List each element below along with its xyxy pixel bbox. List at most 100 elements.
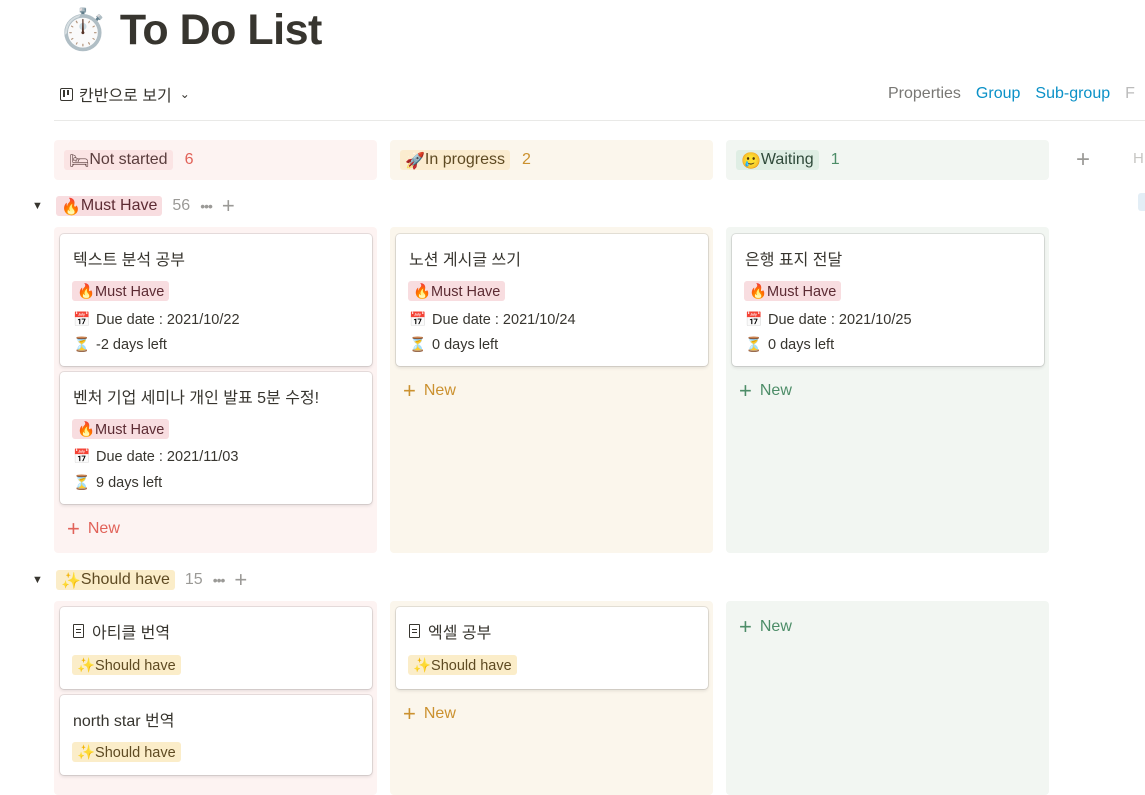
hourglass-icon: ⏳	[73, 475, 91, 491]
status-tag-in-progress: 🚀 In progress	[400, 150, 510, 170]
priority-tag: ✨Should have	[408, 655, 517, 675]
page-title: ⏱️ To Do List	[58, 2, 322, 58]
calendar-icon: 📅	[409, 312, 427, 328]
collapse-triangle-icon[interactable]: ▼	[32, 574, 46, 586]
column-label: Waiting	[760, 151, 814, 168]
column-count: 2	[521, 151, 531, 168]
tear-smile-icon: 🥲	[741, 150, 761, 170]
column-header-in-progress[interactable]: 🚀 In progress 2	[390, 140, 713, 180]
collapse-triangle-icon[interactable]: ▼	[32, 200, 46, 212]
card-venture-seminar[interactable]: 벤처 기업 세미나 개인 발표 5분 수정! 🔥Must Have 📅 Due d…	[60, 372, 372, 504]
due-date-text: Due date : 2021/10/24	[432, 312, 576, 328]
more-options-icon[interactable]: •••	[213, 572, 226, 588]
group-count: 15	[184, 571, 203, 588]
due-date-property: 📅 Due date : 2021/11/03	[73, 449, 238, 465]
board-icon	[60, 87, 73, 101]
plus-icon: +	[739, 614, 752, 639]
card-notion-post[interactable]: 노션 게시글 쓰기 🔥Must Have 📅 Due date : 2021/10…	[396, 234, 708, 366]
card-title: 아티클 번역	[92, 625, 171, 642]
calendar-icon: 📅	[73, 449, 91, 465]
days-left-text: 0 days left	[432, 337, 499, 353]
card-title: 엑셀 공부	[428, 625, 492, 642]
days-left-property: ⏳ 9 days left	[73, 475, 162, 491]
filter-button-cut[interactable]: F	[1125, 85, 1135, 103]
days-left-property: ⏳ 0 days left	[745, 337, 834, 353]
chevron-down-icon: ⌄	[179, 87, 190, 101]
view-tab-board[interactable]: 칸반으로 보기 ⌄	[60, 82, 190, 106]
due-date-property: 📅 Due date : 2021/10/22	[73, 312, 239, 328]
new-label: New	[423, 705, 456, 722]
new-card-button[interactable]: + New	[67, 518, 120, 540]
new-label: New	[759, 382, 792, 399]
bed-icon: 🛏	[69, 150, 90, 170]
group-header-must-have: ▼ 🔥 Must Have 56 ••• +	[32, 194, 235, 218]
add-card-icon[interactable]: +	[234, 569, 247, 591]
plus-icon: +	[403, 701, 416, 726]
new-card-button[interactable]: + New	[403, 380, 456, 402]
due-date-text: Due date : 2021/10/25	[768, 312, 912, 328]
plus-icon: +	[739, 378, 752, 403]
plus-icon: +	[403, 378, 416, 403]
sparkles-icon: ✨	[61, 570, 81, 590]
priority-tag: 🔥Must Have	[408, 281, 506, 301]
status-tag-waiting: 🥲 Waiting	[736, 150, 819, 170]
group-label: Must Have	[80, 197, 158, 214]
group-tag-should-have: ✨ Should have	[56, 570, 175, 590]
due-date-property: 📅 Due date : 2021/10/25	[745, 312, 912, 328]
priority-tag: 🔥Must Have	[744, 281, 842, 301]
new-label: New	[87, 520, 120, 537]
group-tag-must-have: 🔥 Must Have	[56, 196, 163, 216]
group-label: Should have	[80, 571, 170, 588]
new-card-button[interactable]: + New	[403, 703, 456, 725]
card-bank-cover[interactable]: 은행 표지 전달 🔥Must Have 📅 Due date : 2021/10/…	[732, 234, 1044, 366]
card-title: 텍스트 분석 공부	[73, 252, 185, 269]
days-left-text: -2 days left	[96, 337, 167, 353]
hidden-group-chip[interactable]	[1138, 193, 1145, 211]
new-card-button[interactable]: + New	[739, 380, 792, 402]
priority-tag: 🔥Must Have	[72, 419, 170, 439]
new-card-button[interactable]: + New	[739, 616, 792, 638]
page-icon	[73, 624, 84, 638]
fire-icon: 🔥	[61, 196, 81, 216]
column-label: Not started	[89, 151, 168, 168]
new-label: New	[759, 618, 792, 635]
properties-button[interactable]: Properties	[888, 85, 961, 103]
rocket-icon: 🚀	[405, 150, 425, 170]
hourglass-icon: ⏳	[745, 337, 763, 353]
page-title-text: To Do List	[119, 5, 323, 54]
days-left-property: ⏳ -2 days left	[73, 337, 167, 353]
due-date-text: Due date : 2021/11/03	[96, 449, 239, 465]
days-left-property: ⏳ 0 days left	[409, 337, 498, 353]
card-title: 은행 표지 전달	[745, 252, 843, 269]
page-icon	[409, 624, 420, 638]
due-date-property: 📅 Due date : 2021/10/24	[409, 312, 576, 328]
card-article-translation[interactable]: 아티클 번역 ✨Should have	[60, 607, 372, 689]
hidden-groups-label: H	[1133, 150, 1144, 167]
column-label: In progress	[424, 151, 505, 168]
column-count: 6	[184, 151, 194, 168]
group-button[interactable]: Group	[976, 85, 1020, 103]
card-text-analysis[interactable]: 텍스트 분석 공부 🔥Must Have 📅 Due date : 2021/10…	[60, 234, 372, 366]
view-options-bar: Properties Group Sub-group F	[888, 82, 1135, 106]
card-title-row: 엑셀 공부	[409, 619, 491, 643]
calendar-icon: 📅	[73, 312, 91, 328]
more-options-icon[interactable]: •••	[200, 198, 213, 214]
add-card-icon[interactable]: +	[222, 195, 235, 217]
priority-tag: 🔥Must Have	[72, 281, 170, 301]
column-header-not-started[interactable]: 🛏 Not started 6	[54, 140, 377, 180]
subgroup-button[interactable]: Sub-group	[1035, 85, 1110, 103]
hourglass-icon: ⏳	[409, 337, 427, 353]
group-count: 56	[172, 197, 191, 214]
stopwatch-icon: ⏱️	[58, 7, 108, 53]
priority-tag: ✨Should have	[72, 655, 181, 675]
status-tag-not-started: 🛏 Not started	[64, 150, 173, 170]
plus-icon: +	[67, 516, 80, 541]
card-excel-study[interactable]: 엑셀 공부 ✨Should have	[396, 607, 708, 689]
card-north-star-translation[interactable]: north star 번역 ✨Should have	[60, 695, 372, 775]
calendar-icon: 📅	[745, 312, 763, 328]
column-header-waiting[interactable]: 🥲 Waiting 1	[726, 140, 1049, 180]
hourglass-icon: ⏳	[73, 337, 91, 353]
priority-tag: ✨Should have	[72, 742, 181, 762]
add-column-button[interactable]: +	[1066, 146, 1100, 174]
card-title: 벤처 기업 세미나 개인 발표 5분 수정!	[73, 390, 320, 407]
